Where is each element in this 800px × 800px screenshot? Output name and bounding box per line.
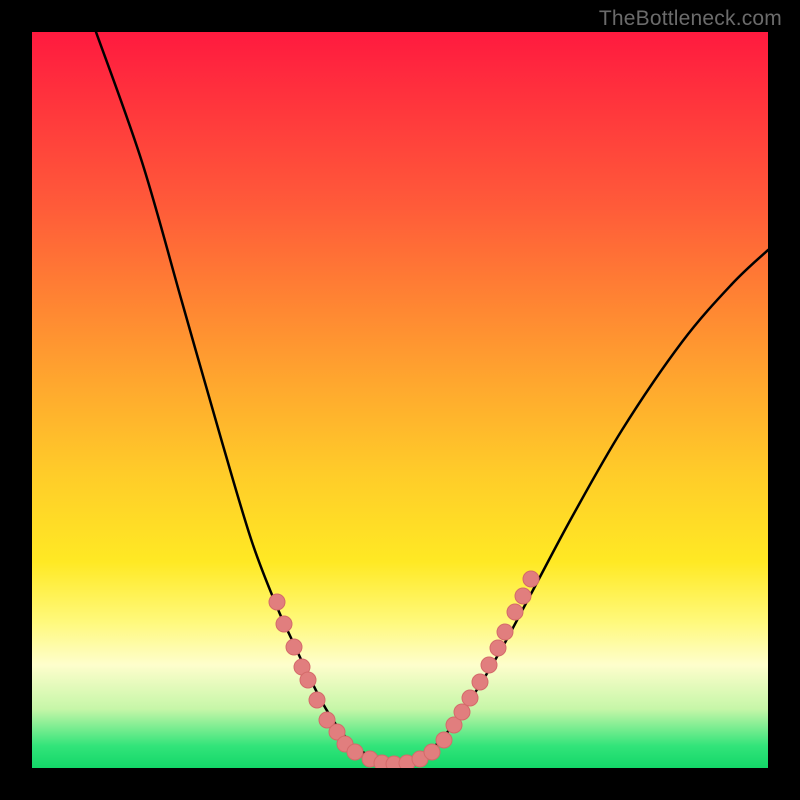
data-dot	[436, 732, 452, 748]
data-dot	[515, 588, 531, 604]
data-dot	[497, 624, 513, 640]
data-dot	[472, 674, 488, 690]
data-dot	[309, 692, 325, 708]
data-dot	[347, 744, 363, 760]
data-dot	[300, 672, 316, 688]
data-dot	[507, 604, 523, 620]
curve-layer	[32, 32, 768, 768]
plot-area	[32, 32, 768, 768]
data-dot	[276, 616, 292, 632]
data-dots	[269, 571, 539, 768]
watermark-text: TheBottleneck.com	[599, 7, 782, 31]
bottleneck-curve	[96, 32, 768, 763]
data-dot	[454, 704, 470, 720]
data-dot	[269, 594, 285, 610]
data-dot	[462, 690, 478, 706]
data-dot	[286, 639, 302, 655]
data-dot	[490, 640, 506, 656]
chart-frame: TheBottleneck.com	[0, 0, 800, 800]
data-dot	[523, 571, 539, 587]
data-dot	[424, 744, 440, 760]
data-dot	[481, 657, 497, 673]
